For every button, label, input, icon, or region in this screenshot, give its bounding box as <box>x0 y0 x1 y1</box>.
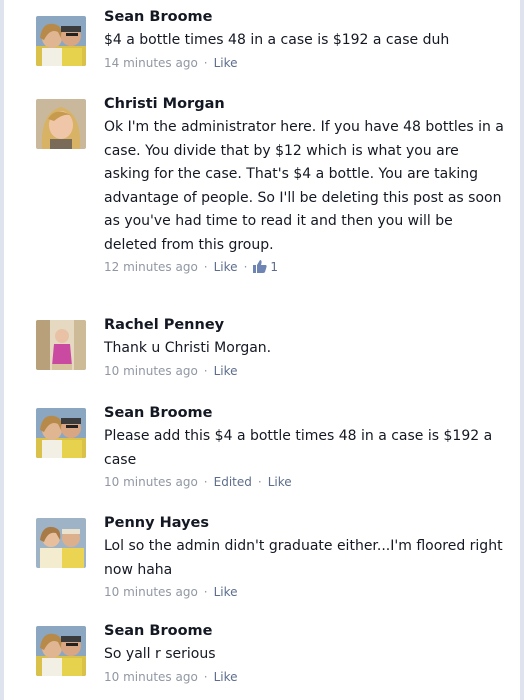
like-link[interactable]: Like <box>214 585 238 599</box>
comment-text: So yall r serious <box>104 646 216 662</box>
avatar[interactable] <box>36 99 86 149</box>
comment-text: Thank u Christi Morgan. <box>104 340 272 356</box>
edited-link[interactable]: Edited <box>214 475 252 489</box>
separator-dot: · <box>203 585 208 599</box>
avatar[interactable] <box>36 408 86 458</box>
avatar[interactable] <box>36 320 86 370</box>
comment-meta: 10 minutes ago · Like <box>104 668 504 686</box>
comment-text: Lol so the admin didn't graduate either.… <box>104 538 503 578</box>
comment-meta: 10 minutes ago · Edited · Like <box>104 473 504 491</box>
separator-dot: · <box>203 260 208 274</box>
like-link[interactable]: Like <box>214 56 238 70</box>
separator-dot: · <box>203 363 208 378</box>
comment-author[interactable]: Rachel Penney <box>104 316 504 334</box>
like-link[interactable]: Like <box>214 670 238 684</box>
comment-meta: 12 minutes ago · Like · 1 <box>104 258 504 278</box>
avatar[interactable] <box>36 626 86 676</box>
comment-meta: 14 minutes ago · Like <box>104 54 504 72</box>
avatar[interactable] <box>36 16 86 66</box>
like-count-value: 1 <box>270 260 279 274</box>
comment-text: Please add this $4 a bottle times 48 in … <box>104 428 493 468</box>
comment-timestamp[interactable]: 10 minutes ago <box>104 364 198 378</box>
comment-meta: 10 minutes ago · Like <box>104 362 504 380</box>
comment-author[interactable]: Sean Broome <box>104 622 504 640</box>
comment-author[interactable]: Christi Morgan <box>104 95 504 113</box>
like-link[interactable]: Like <box>214 364 238 378</box>
comment-timestamp[interactable]: 14 minutes ago <box>104 56 198 70</box>
avatar[interactable] <box>36 518 86 568</box>
comment-author[interactable]: Penny Hayes <box>104 514 504 532</box>
separator-dot: · <box>203 55 208 70</box>
thumbs-up-icon <box>253 260 268 278</box>
like-link[interactable]: Like <box>268 475 292 489</box>
comment-author[interactable]: Sean Broome <box>104 404 504 422</box>
comment-author[interactable]: Sean Broome <box>104 8 504 26</box>
separator-dot: · <box>243 260 248 274</box>
comment-timestamp[interactable]: 10 minutes ago <box>104 475 198 489</box>
comments-panel: Sean Broome $4 a bottle times 48 in a ca… <box>0 0 524 700</box>
like-link[interactable]: Like <box>214 260 238 274</box>
separator-dot: · <box>203 669 208 684</box>
comment-timestamp[interactable]: 12 minutes ago <box>104 260 198 274</box>
comment-text: $4 a bottle times 48 in a case is $192 a… <box>104 32 450 48</box>
separator-dot: · <box>203 475 208 489</box>
comment-meta: 10 minutes ago · Like <box>104 583 504 601</box>
comment-text: Ok I'm the administrator here. If you ha… <box>104 119 504 253</box>
separator-dot: · <box>257 475 262 489</box>
like-count[interactable]: 1 <box>253 260 278 274</box>
comment-timestamp[interactable]: 10 minutes ago <box>104 670 198 684</box>
comment-timestamp[interactable]: 10 minutes ago <box>104 585 198 599</box>
